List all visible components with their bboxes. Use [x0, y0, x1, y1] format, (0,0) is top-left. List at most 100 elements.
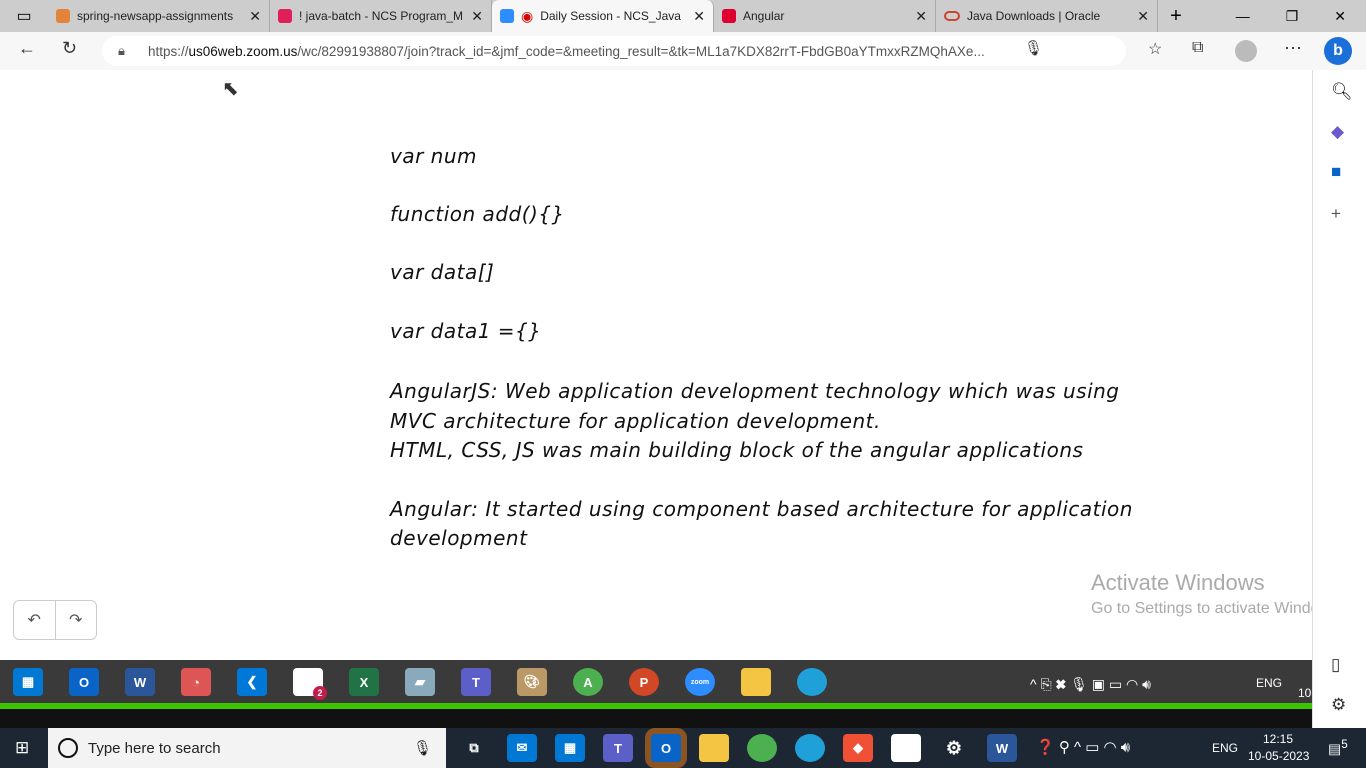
new-tab-button[interactable]: + [1158, 5, 1194, 28]
close-tab-icon[interactable]: ✕ [693, 8, 705, 25]
copilot-icon[interactable]: ◆ [1331, 122, 1344, 142]
tab-title: Angular [743, 9, 785, 23]
gitlab-icon [56, 9, 70, 23]
teams-icon[interactable]: T [603, 734, 633, 762]
close-tab-icon[interactable]: ✕ [1137, 8, 1149, 25]
minimize-button[interactable]: — [1236, 8, 1250, 25]
search-icon[interactable]: 🔍︎ [1331, 82, 1353, 102]
windows-start-icon[interactable]: ⊞ [15, 738, 29, 758]
notepad-icon: ▰ [405, 668, 435, 696]
tab-title: ! java-batch - NCS Program_M [299, 9, 464, 23]
tray-chevron-icon: ^ ⎘ ✖ 🎙︎ ▣ ▭ ◠ 🔊︎ [1030, 676, 1151, 692]
url-input[interactable]: 🔒︎ https://us06web.zoom.us/wc/8299193880… [102, 36, 1126, 66]
collections-icon[interactable]: ⧉ [1192, 39, 1203, 57]
url-prefix: https:// [148, 43, 189, 59]
bing-icon[interactable]: b [1324, 37, 1352, 65]
lock-icon: 🔒︎ [118, 43, 125, 58]
tab-3[interactable]: Angular ✕ [714, 0, 936, 32]
chrome-icon: A [573, 668, 603, 696]
address-bar-row: ← ↻ 🔒︎ https://us06web.zoom.us/wc/829919… [0, 32, 1366, 70]
wb-line: MVC architecture for application develop… [390, 409, 881, 433]
slack-icon [278, 9, 292, 23]
restore-button[interactable]: ❐ [1286, 8, 1299, 25]
favorites-icon[interactable]: ☆ [1148, 39, 1162, 59]
profile-avatar[interactable] [1235, 40, 1257, 62]
wb-line: development [390, 526, 528, 550]
zoom-icon: zoom [685, 668, 715, 696]
store-icon[interactable]: ▦ [555, 734, 585, 762]
sidebar-toggle-icon[interactable]: ▯ [1331, 655, 1340, 675]
notifications-icon[interactable]: ▤5 [1328, 738, 1348, 758]
settings-icon[interactable]: ⚙ [1331, 695, 1346, 715]
task-view-icon[interactable]: ⧉ [459, 734, 489, 762]
git-icon[interactable]: ◆ [843, 734, 873, 762]
tab-1[interactable]: ! java-batch - NCS Program_M ✕ [270, 0, 492, 32]
wb-line: var data[] [390, 260, 495, 284]
search-placeholder: Type here to search [88, 739, 221, 757]
edge-icon[interactable] [795, 734, 825, 762]
recording-icon: ◉ [521, 7, 534, 24]
excel-icon: X [349, 668, 379, 696]
close-tab-icon[interactable]: ✕ [249, 8, 261, 25]
clock-time[interactable]: 12:15 [1263, 732, 1293, 746]
microphone-icon[interactable]: 🎙︎ [413, 739, 432, 757]
tab-title: spring-newsapp-assignments [77, 9, 234, 23]
clock-date[interactable]: 10-05-2023 [1248, 749, 1309, 763]
word-icon[interactable]: W [987, 734, 1017, 762]
tab-strip: ▭ spring-newsapp-assignments ✕ ! java-bat… [0, 0, 1366, 32]
paint3d-icon: ◔ [181, 668, 211, 696]
url-host: us06web.zoom.us [188, 43, 298, 59]
file-explorer-icon [741, 668, 771, 696]
word-icon: W [125, 668, 155, 696]
read-aloud-mic-icon[interactable]: 🎙︎ [1024, 39, 1043, 57]
tab-4[interactable]: Java Downloads | Oracle ✕ [936, 0, 1158, 32]
vscode-icon: ❮ [237, 668, 267, 696]
powerpoint-icon: P [629, 668, 659, 696]
help-icon[interactable]: ❓ ⚲ ^ ▭ ◠ 🔊︎ [1036, 738, 1130, 756]
mouse-cursor-icon: ⬉ [222, 78, 239, 100]
more-menu-icon[interactable]: ⋯ [1284, 38, 1302, 59]
edge-icon [797, 668, 827, 696]
store-icon: ▦ [13, 668, 43, 696]
undo-button[interactable]: ↶ [14, 601, 56, 639]
teams-icon: T [461, 668, 491, 696]
refresh-button[interactable]: ↻ [62, 38, 77, 59]
tab-title: Daily Session - NCS_Java [540, 9, 681, 23]
language-indicator[interactable]: ENG [1212, 741, 1238, 755]
tab-title: Java Downloads | Oracle [967, 9, 1101, 23]
wb-line: Angular: It started using component base… [390, 497, 1133, 521]
notification-count: 5 [1341, 738, 1348, 751]
close-tab-icon[interactable]: ✕ [471, 8, 483, 25]
outlook-icon: O [69, 668, 99, 696]
wb-line: AngularJS: Web application development t… [390, 379, 1120, 403]
close-window-button[interactable]: ✕ [1334, 8, 1346, 25]
wb-line: var data1 ={} [390, 319, 542, 343]
outlook-icon[interactable]: O [645, 728, 687, 768]
wb-line: HTML, CSS, JS was main building block of… [390, 438, 1084, 462]
outlook-icon[interactable]: ■ [1331, 162, 1341, 182]
tab-0[interactable]: spring-newsapp-assignments ✕ [48, 0, 270, 32]
back-button[interactable]: ← [18, 38, 36, 59]
add-icon[interactable]: + [1331, 204, 1341, 224]
redo-button[interactable]: ↷ [56, 601, 97, 639]
undo-redo-group: ↶ ↷ [13, 600, 97, 640]
tab-actions-icon[interactable]: ▭ [0, 6, 48, 26]
mail-icon[interactable]: ✉ [507, 734, 537, 762]
settings-icon[interactable]: ⚙ [939, 734, 969, 762]
edge-sidebar: 🔍︎ ◆ ■ + ▯ ⚙ [1312, 70, 1366, 728]
wb-line: var num [390, 144, 478, 168]
activate-windows-subtitle: Go to Settings to activate Windows. [1091, 600, 1312, 617]
chrome-icon[interactable] [747, 734, 777, 762]
tab-2[interactable]: ◉ Daily Session - NCS_Java ✕ [492, 0, 714, 32]
slack-icon[interactable] [891, 734, 921, 762]
windows-taskbar: ⊞ Type here to search 🎙︎ ⧉ ✉ ▦ T O ◆ ⚙ W… [0, 728, 1366, 768]
file-explorer-icon[interactable] [699, 734, 729, 762]
remote-clock: 10 [1298, 686, 1312, 700]
cortana-icon [58, 738, 78, 758]
paint-icon: 🎨︎ [517, 668, 547, 696]
close-tab-icon[interactable]: ✕ [915, 8, 927, 25]
oracle-icon [944, 11, 960, 21]
angular-icon [722, 9, 736, 23]
taskbar-search-input[interactable]: Type here to search 🎙︎ [48, 728, 446, 768]
slack-icon: 2 [293, 668, 327, 700]
